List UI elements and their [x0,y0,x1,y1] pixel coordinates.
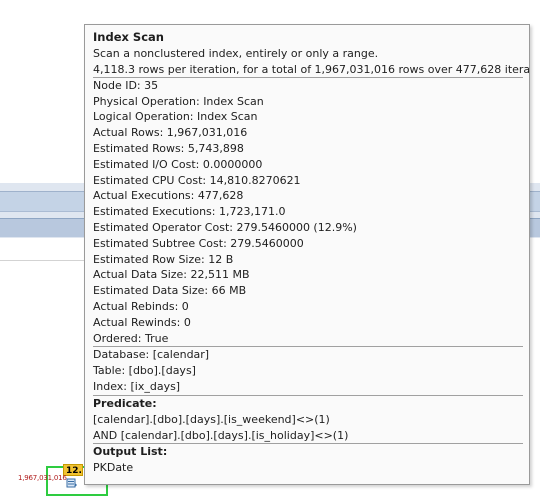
property-estimated-cpu-cost: Estimated CPU Cost: 14,810.8270621 [93,173,301,187]
property-actual-executions: Actual Executions: 477,628 [93,189,244,203]
property-estimated-executions: Estimated Executions: 1,723,171.0 [93,205,286,219]
property-ordered: Ordered: True [93,331,169,345]
property-actual-rows: Actual Rows: 1,967,031,016 [93,126,248,140]
property-estimated-subtree-cost: Estimated Subtree Cost: 279.5460000 [93,236,304,250]
output-list-item: PKDate [93,461,134,475]
tooltip-properties: Node ID: 35 Physical Operation: Index Sc… [93,78,529,347]
property-logical-operation: Logical Operation: Index Scan [93,110,258,124]
property-actual-data-size: Actual Data Size: 22,511 MB [93,268,250,282]
object-index: Index: [ix_days] [93,379,181,393]
property-estimated-operator-cost: Estimated Operator Cost: 279.5460000 (12… [93,220,357,234]
tooltip-title: Index Scan [93,30,164,44]
index-scan-icon[interactable] [66,478,78,489]
property-actual-rewinds: Actual Rewinds: 0 [93,315,191,329]
tooltip-description: Scan a nonclustered index, entirely or o… [93,47,379,60]
property-node-id: Node ID: 35 [93,78,159,92]
predicate-line: [calendar].[dbo].[days].[is_weekend]<>(1… [93,412,330,426]
tooltip-object: Database: [calendar] Table: [dbo].[days]… [93,347,529,394]
predicate-line: AND [calendar].[dbo].[days].[is_holiday]… [93,428,349,442]
property-physical-operation: Physical Operation: Index Scan [93,94,264,108]
plan-divider [0,260,88,261]
property-estimated-rows: Estimated Rows: 5,743,898 [93,141,244,155]
predicate-heading: Predicate: [93,396,157,410]
plan-arrow-rows-label: 1,967,031,016 [18,474,67,482]
operator-tooltip: Index Scan Scan a nonclustered index, en… [84,24,530,485]
output-list-heading: Output List: [93,445,168,459]
property-estimated-row-size: Estimated Row Size: 12 B [93,252,234,266]
object-table: Table: [dbo].[days] [93,364,196,378]
property-estimated-data-size: Estimated Data Size: 66 MB [93,284,247,298]
property-actual-rebinds: Actual Rebinds: 0 [93,299,189,313]
property-estimated-io-cost: Estimated I/O Cost: 0.0000000 [93,157,263,171]
object-database: Database: [calendar] [93,348,210,362]
tooltip-summary: 4,118.3 rows per iteration, for a total … [93,62,530,78]
